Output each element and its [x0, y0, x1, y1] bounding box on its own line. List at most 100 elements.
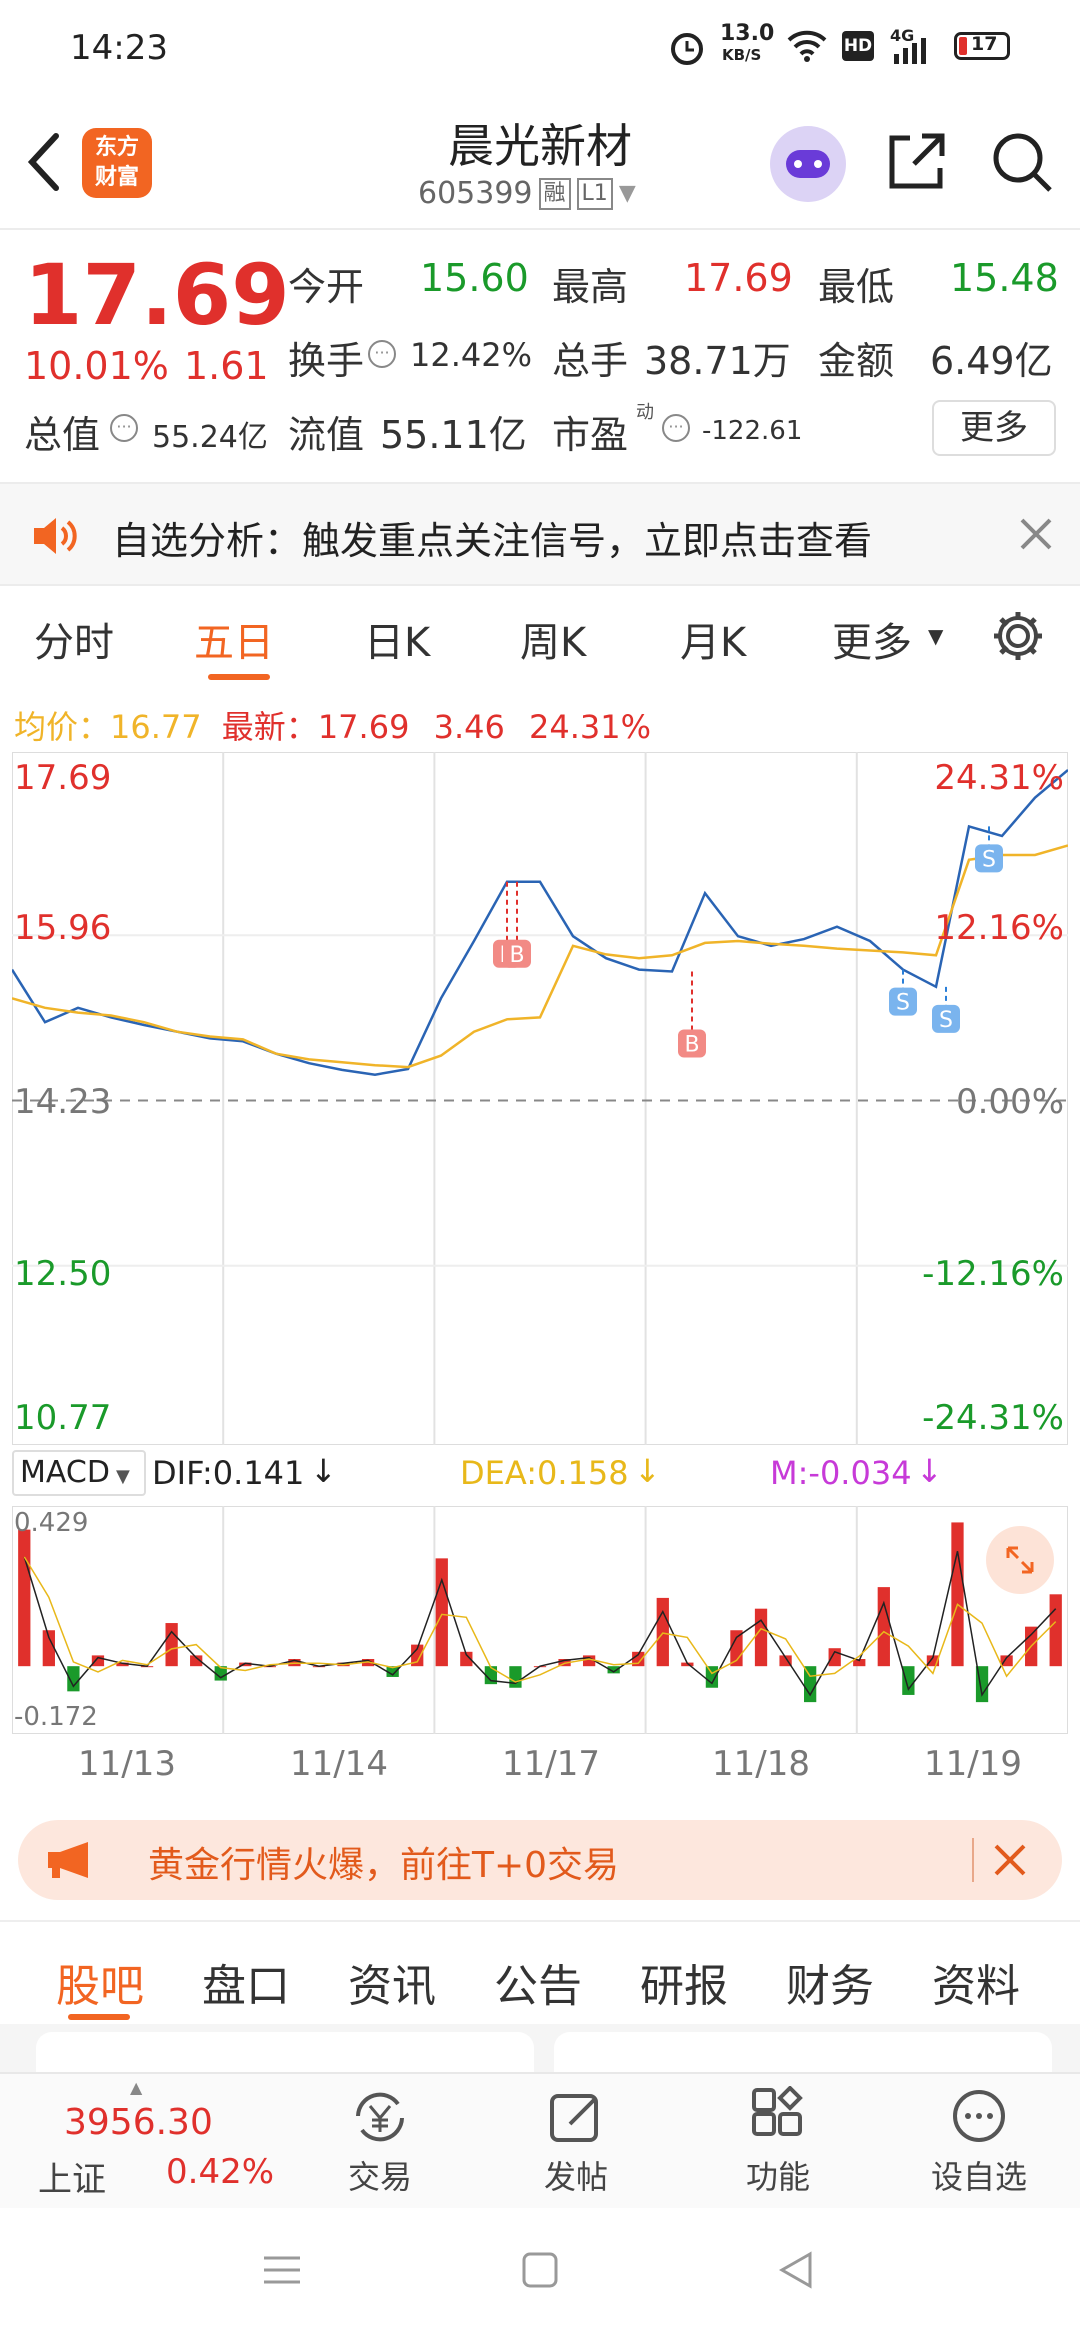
tab-pankou[interactable]: 盘口	[202, 1950, 290, 2014]
nav-trade-label: 交易	[347, 2158, 412, 2196]
brand-logo[interactable]: 东方 财富	[82, 128, 152, 198]
status-bar: 14:23 13.0 KB/S HD 4G 17	[0, 0, 1080, 96]
analysis-banner[interactable]: 自选分析：触发重点关注信号，立即点击查看	[0, 482, 1080, 586]
tab-daily-k[interactable]: 日K	[364, 610, 430, 668]
gear-icon[interactable]	[990, 608, 1046, 664]
nav-trade[interactable]: 交易	[320, 2074, 440, 2210]
info-dots-icon[interactable]: ···	[110, 414, 138, 442]
chevron-down-icon: ▼	[928, 624, 944, 648]
tab-guba[interactable]: 股吧	[56, 1950, 144, 2014]
net-speed-unit: KB/S	[722, 46, 762, 64]
amount-value: 6.49亿	[930, 339, 1053, 383]
quote-panel: 17.69 10.01% 1.61 今开 15.60 最高 17.69 最低 1…	[0, 232, 1080, 482]
back-icon[interactable]	[24, 132, 64, 192]
y-tick-left: 17.69	[14, 758, 112, 798]
chart-tabs: 分时 五日 日K 周K 月K 更多 ▼	[0, 590, 1080, 690]
info-dots-icon[interactable]: ···	[662, 414, 690, 442]
nav-features[interactable]: 功能	[718, 2074, 838, 2210]
amount-label: 金额	[818, 339, 895, 383]
assistant-avatar-icon[interactable]	[770, 126, 846, 202]
macd-bar	[509, 1666, 522, 1688]
nav-post[interactable]: 发帖	[516, 2074, 636, 2210]
promo-banner[interactable]: 黄金行情火爆，前往T+0交易	[18, 1820, 1062, 1900]
chevron-down-icon: ▼	[115, 1466, 130, 1487]
nav-add-watchlist[interactable]: 设自选	[914, 2074, 1044, 2210]
tab-five-day[interactable]: 五日	[194, 610, 274, 668]
status-time: 14:23	[70, 28, 168, 68]
banner-text: 自选分析：触发重点关注信号，立即点击查看	[112, 519, 873, 563]
tab-research[interactable]: 研报	[640, 1950, 728, 2014]
nav-post-label: 发帖	[543, 2158, 608, 2196]
macd-bar	[165, 1623, 178, 1667]
macd-bar	[828, 1648, 841, 1667]
megaphone-icon	[48, 1842, 88, 1878]
index-pct: 0.42%	[166, 2152, 275, 2192]
tab-more[interactable]: 更多	[832, 610, 912, 668]
margin-badge: 融	[538, 177, 571, 210]
dropdown-arrow-icon[interactable]: ▼	[619, 181, 636, 206]
macd-bar	[951, 1522, 964, 1667]
search-icon[interactable]	[990, 130, 1054, 194]
date-label: 11/19	[924, 1744, 1022, 1784]
more-dots-icon	[953, 2090, 1005, 2142]
indicator-selector[interactable]: MACD ▼	[12, 1450, 146, 1496]
y-tick-right: -12.16%	[922, 1254, 1064, 1294]
arrow-down-icon: ↓	[916, 1452, 943, 1490]
price-chart[interactable]: BBBSSS 17.69 15.96 14.23 12.50 10.77 24.…	[12, 752, 1068, 1445]
m-value: M:-0.034	[770, 1454, 912, 1492]
signal-icon	[894, 38, 926, 64]
tab-announcement[interactable]: 公告	[494, 1950, 582, 2014]
system-nav	[0, 2208, 1080, 2340]
tab-finance[interactable]: 财务	[786, 1950, 874, 2014]
pe-value: -122.61	[702, 416, 803, 446]
tab-news[interactable]: 资讯	[348, 1950, 436, 2014]
info-dots-icon[interactable]: ···	[368, 340, 396, 368]
share-icon[interactable]	[884, 130, 948, 194]
index-ticker[interactable]: ▲ 3956.30 上证 0.42%	[0, 2074, 300, 2210]
turnover-value: 12.42%	[410, 336, 533, 374]
y-tick-left: 12.50	[14, 1254, 112, 1294]
close-icon[interactable]	[1018, 516, 1054, 552]
avg-price-line	[12, 844, 1068, 1069]
macd-bar	[877, 1587, 890, 1667]
tab-profile[interactable]: 资料	[932, 1950, 1020, 2014]
menu-icon[interactable]	[262, 2250, 302, 2290]
dea-value: DEA:0.158	[460, 1454, 629, 1492]
date-label: 11/17	[502, 1744, 600, 1784]
y-tick-left: 14.23	[14, 1082, 112, 1122]
macd-legend: MACD ▼ DIF:0.141 ↓ DEA:0.158 ↓ M:-0.034 ↓	[12, 1448, 1068, 1502]
nav-add-watchlist-label: 设自选	[930, 2158, 1027, 2196]
pe-label: 市盈	[552, 413, 629, 457]
back-nav-icon[interactable]	[776, 2250, 816, 2290]
hd-badge: HD	[842, 31, 874, 61]
date-label: 11/18	[712, 1744, 810, 1784]
trade-marker-label: S	[939, 1008, 953, 1033]
card-right[interactable]	[554, 2032, 1052, 2072]
expand-icon[interactable]	[986, 1526, 1054, 1594]
y-tick-right: 12.16%	[934, 908, 1064, 948]
avg-value: 16.77	[110, 708, 202, 746]
card-strip	[0, 2024, 1080, 2072]
macd-bar	[754, 1608, 768, 1667]
macd-max-label: 0.429	[14, 1508, 89, 1538]
divider	[972, 1838, 974, 1882]
tab-intraday[interactable]: 分时	[34, 610, 114, 668]
trade-marker-label: S	[982, 847, 996, 872]
macd-frame	[12, 1506, 1068, 1734]
dif-line	[23, 1551, 1057, 1697]
y-tick-left: 10.77	[14, 1398, 112, 1438]
volume-label: 总手	[552, 339, 629, 383]
arrow-down-icon: ↓	[634, 1452, 661, 1490]
alarm-icon	[671, 33, 703, 65]
more-button[interactable]: 更多	[932, 400, 1056, 456]
tab-monthly-k[interactable]: 月K	[680, 610, 746, 668]
tab-weekly-k[interactable]: 周K	[520, 610, 586, 668]
open-label: 今开	[288, 265, 365, 309]
latest-value: 17.69	[317, 708, 410, 746]
macd-chart[interactable]: 0.429 -0.172	[12, 1506, 1068, 1734]
macd-min-label: -0.172	[14, 1702, 98, 1732]
card-left[interactable]	[36, 2032, 534, 2072]
home-icon[interactable]	[520, 2250, 560, 2290]
close-icon[interactable]	[992, 1842, 1028, 1878]
index-value: 3956.30	[64, 2102, 213, 2143]
